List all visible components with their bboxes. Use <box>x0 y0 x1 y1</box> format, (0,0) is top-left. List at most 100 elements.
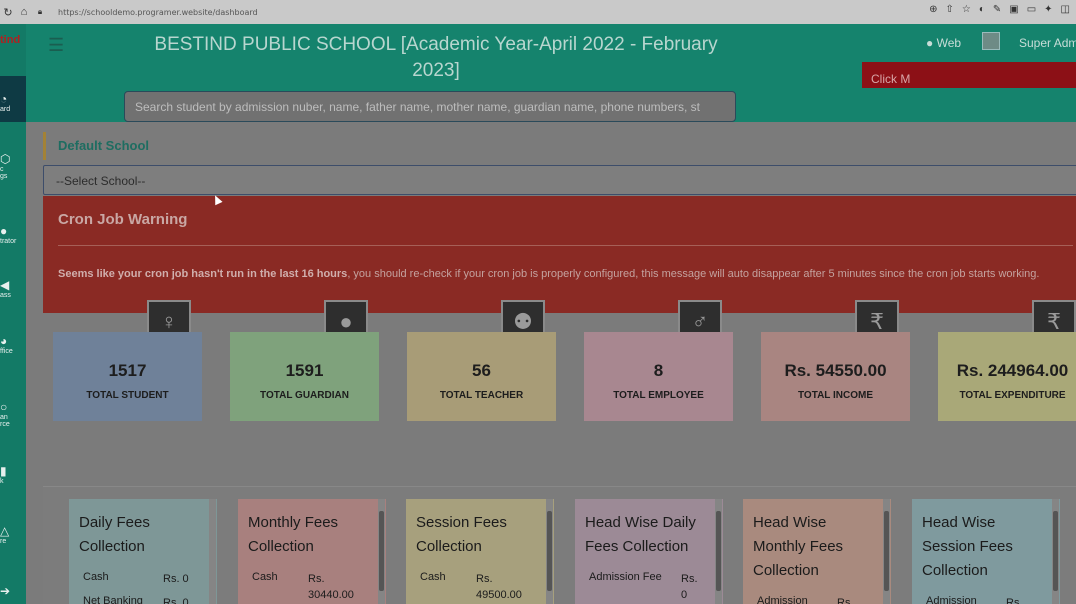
cron-warning-title: Cron Job Warning <box>58 211 188 228</box>
sidebar-item-label: ard <box>0 106 11 113</box>
fee-row-label: Net Banking <box>83 595 143 604</box>
home-icon[interactable]: ⌂ <box>16 6 32 18</box>
administrator-icon: ● <box>0 224 8 238</box>
school-select[interactable]: --Select School-- <box>43 165 1076 195</box>
default-school-heading: Default School <box>43 132 161 160</box>
user-menu[interactable]: Super Adm <box>1019 36 1076 50</box>
cron-warning-bold: Seems like your cron job hasn't run in t… <box>58 268 348 280</box>
stat-label: TOTAL GUARDIAN <box>260 390 349 401</box>
fee-row-label: Cash <box>83 571 109 583</box>
sidebar-item-human-resource[interactable]: ○ an rce <box>0 400 26 428</box>
scrollbar[interactable] <box>883 499 890 604</box>
star-icon[interactable]: ☆ <box>962 4 971 15</box>
fee-card-title: Session Fees Collection <box>416 514 507 555</box>
sidebar-item-label: re <box>0 538 7 545</box>
stat-value: Rs. 244964.00 <box>956 361 1069 380</box>
avatar[interactable] <box>982 32 1000 50</box>
sidebar-item-more[interactable]: ➔ <box>0 584 26 598</box>
fee-card-daily: Daily Fees Collection Cash Rs. 0 Net Ban… <box>69 499 217 604</box>
title-line-1: BESTIND PUBLIC SCHOOL [Academic Year-Apr… <box>154 34 718 55</box>
scrollbar[interactable] <box>209 499 216 604</box>
stat-value: 1591 <box>285 361 324 380</box>
stat-label: TOTAL EXPENDITURE <box>959 390 1066 401</box>
office-icon: ◕ <box>0 334 8 348</box>
stat-card-total-income[interactable]: Rs. 54550.00 TOTAL INCOME <box>761 332 910 421</box>
stat-value: Rs. 54550.00 <box>784 361 887 380</box>
fee-card-title: Daily Fees Collection <box>79 514 150 555</box>
sidebar-item-class[interactable]: ◀ ass <box>0 278 26 299</box>
sidebar-item-dashboard[interactable]: ◔ ard <box>0 76 26 122</box>
sidebar-item-label: c gs <box>0 166 8 180</box>
browser-toolbar: ↻ ⌂ 🔒︎ https://schooldemo.programer.webs… <box>0 0 1076 24</box>
stat-card-total-guardian[interactable]: 1591 TOTAL GUARDIAN <box>230 332 379 421</box>
fee-card-title: Monthly Fees Collection <box>248 514 339 555</box>
fee-row-label: Admission <box>926 595 977 604</box>
logo: tind <box>0 34 21 46</box>
fee-row-label: Cash <box>420 571 446 583</box>
sidebar-item-label: k <box>0 478 4 485</box>
fee-row-value: Rs. 0 <box>681 573 698 601</box>
arrow-right-icon: ➔ <box>0 584 11 598</box>
stat-label: TOTAL INCOME <box>798 390 873 401</box>
top-header: ☰ BESTIND PUBLIC SCHOOL [Academic Year-A… <box>26 24 1076 122</box>
web-link[interactable]: ● Web <box>926 36 961 50</box>
cron-warning-rest: , you should re-check if your cron job i… <box>347 268 1040 280</box>
stat-card-total-teacher[interactable]: 56 TOTAL TEACHER <box>407 332 556 421</box>
stat-label: TOTAL TEACHER <box>439 390 524 401</box>
fee-row-value: Rs. 30440.00 <box>308 573 354 601</box>
notification-banner[interactable]: Click M <box>862 62 1076 88</box>
scrollbar[interactable] <box>546 499 553 604</box>
sidebar-item-label: an rce <box>0 414 10 428</box>
scrollbar[interactable] <box>1052 499 1059 604</box>
stat-label: TOTAL STUDENT <box>86 390 169 401</box>
fee-row-label: Admission <box>757 595 808 604</box>
address-bar[interactable]: https://schooldemo.programer.website/das… <box>58 8 258 17</box>
puzzle-icon[interactable]: ✦ <box>1044 4 1052 15</box>
sidebar-item-label: ass <box>0 292 11 299</box>
main-content: Default School --Select School-- Cron Jo… <box>26 122 1076 604</box>
translate-icon[interactable]: ▣ <box>1009 4 1018 15</box>
book-icon: ▮ <box>0 464 7 478</box>
fee-row-value: Rs. 0 <box>163 573 189 585</box>
lock-icon: 🔒︎ <box>37 7 43 16</box>
sidebar-item-settings[interactable]: ⬡ c gs <box>0 152 26 180</box>
cron-warning-alert: Cron Job Warning Seems like your cron jo… <box>43 196 1076 313</box>
stat-card-total-expenditure[interactable]: Rs. 244964.00 TOTAL EXPENDITURE <box>938 332 1076 421</box>
sidebar-item-leave[interactable]: △ re <box>0 524 26 545</box>
browser-extension-icons: ⊕ ⇧ ☆ ◐ ✎ ▣ ▭ ✦ ◫ <box>929 4 1070 15</box>
divider <box>58 245 1073 246</box>
fee-card-title: Head Wise Session Fees Collection <box>922 514 1013 579</box>
reload-icon[interactable]: ↻ <box>0 6 16 19</box>
scrollbar[interactable] <box>378 499 385 604</box>
sidepanel-icon[interactable]: ◫ <box>1061 4 1070 15</box>
fee-card-title: Head Wise Monthly Fees Collection <box>753 514 844 579</box>
fee-row-value: Rs <box>837 597 851 604</box>
share-icon[interactable]: ⇧ <box>945 4 953 15</box>
sidebar-item-label: trator <box>0 238 17 245</box>
search-input[interactable]: Search student by admission nuber, name,… <box>124 91 736 122</box>
stat-value: 1517 <box>108 361 147 380</box>
sidebar-item-book[interactable]: ▮ k <box>0 464 26 485</box>
fee-row-label: Admission Fee <box>589 571 662 583</box>
stat-value: 8 <box>653 361 664 380</box>
fee-card-head-wise-daily: Head Wise Daily Fees Collection Admissio… <box>575 499 723 604</box>
settings-icon: ⬡ <box>0 152 11 166</box>
title-line-2: 2023] <box>412 60 460 81</box>
menu-toggle-icon[interactable]: ☰ <box>48 36 68 54</box>
pen-icon[interactable]: ✎ <box>993 4 1001 15</box>
fee-row-label: Cash <box>252 571 278 583</box>
zoom-icon[interactable]: ⊕ <box>929 4 937 15</box>
stat-card-total-student[interactable]: 1517 TOTAL STUDENT <box>53 332 202 421</box>
sidebar-item-office[interactable]: ◕ ffice <box>0 334 26 355</box>
cast-icon[interactable]: ▭ <box>1027 4 1036 15</box>
extension-icon[interactable]: ◐ <box>979 4 985 15</box>
cron-warning-message: Seems like your cron job hasn't run in t… <box>58 265 1058 283</box>
fee-row-value: Rs. 0 <box>163 597 189 604</box>
fee-card-head-wise-session: Head Wise Session Fees Collection Admiss… <box>912 499 1060 604</box>
web-label: Web <box>936 36 962 50</box>
sidebar-item-administrator[interactable]: ● trator <box>0 224 26 245</box>
page-title: BESTIND PUBLIC SCHOOL [Academic Year-Apr… <box>136 32 736 84</box>
scrollbar[interactable] <box>715 499 722 604</box>
stat-card-total-employee[interactable]: 8 TOTAL EMPLOYEE <box>584 332 733 421</box>
sidebar: tind ◔ ard ⬡ c gs ● trator ◀ ass ◕ ffice… <box>0 24 26 604</box>
